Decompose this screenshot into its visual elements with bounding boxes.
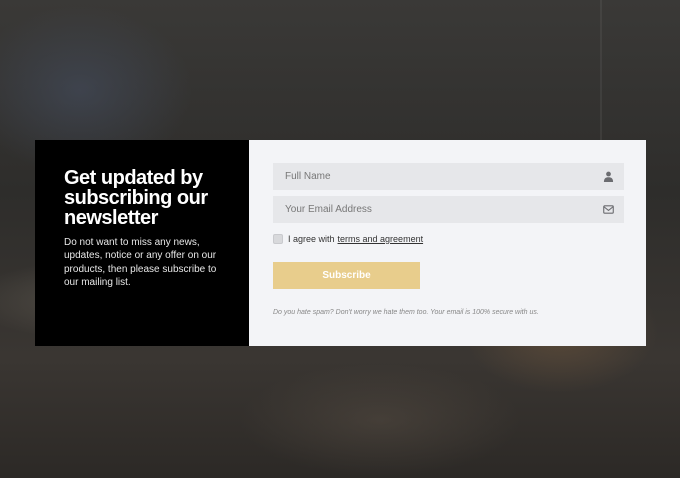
newsletter-description: Do not want to miss any news, updates, n…: [64, 237, 217, 289]
user-icon: [603, 171, 614, 182]
agree-row: I agree with terms and agreement: [273, 234, 624, 244]
privacy-note: Do you hate spam? Don't worry we hate th…: [273, 309, 539, 316]
email-field: [273, 196, 624, 223]
email-input[interactable]: [273, 196, 624, 223]
newsletter-box: Get updated by subscribing our newslette…: [35, 140, 646, 346]
full-name-input[interactable]: [273, 163, 624, 190]
terms-link[interactable]: terms and agreement: [338, 234, 424, 244]
envelope-icon: [603, 205, 614, 214]
background-detail: [600, 0, 602, 140]
agree-checkbox[interactable]: [273, 234, 283, 244]
newsletter-intro: Get updated by subscribing our newslette…: [35, 140, 249, 346]
agree-label: I agree with: [288, 234, 335, 244]
subscribe-button[interactable]: Subscribe: [273, 262, 420, 289]
full-name-field: [273, 163, 624, 190]
newsletter-form: I agree with terms and agreement Subscri…: [249, 140, 646, 346]
newsletter-title: Get updated by subscribing our newslette…: [64, 167, 208, 229]
